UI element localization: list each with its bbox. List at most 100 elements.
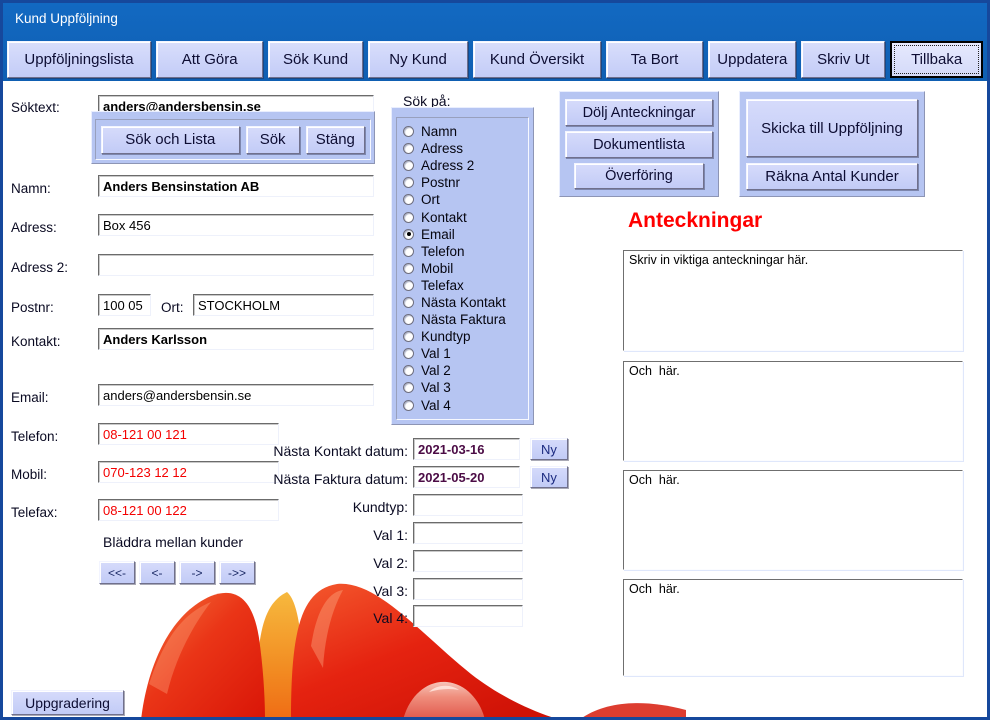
uppgradering-button[interactable]: Uppgradering [11, 690, 124, 715]
toolbar-button-tillbaka[interactable]: Tillbaka [890, 41, 983, 78]
radio-icon [403, 126, 414, 137]
notes-heading: Anteckningar [628, 209, 762, 233]
postnr-input[interactable] [98, 294, 151, 316]
val1-label: Val 1: [303, 527, 408, 543]
radio-icon [403, 143, 414, 154]
namn-input[interactable] [98, 175, 374, 197]
radio-icon [403, 400, 414, 411]
toolbar-button-uppdatera[interactable]: Uppdatera [708, 41, 796, 78]
val4-input[interactable] [413, 605, 523, 627]
radio-icon [403, 331, 414, 342]
radio-option-adress[interactable]: Adress [401, 140, 524, 157]
search-buttons-panel: Sök och Lista Sök Stäng [91, 111, 375, 164]
toolbar-button-att-gora[interactable]: Att Göra [156, 41, 263, 78]
notes-actions-panel: Dölj Anteckningar Dokumentlista Överföri… [559, 91, 719, 197]
radio-option-val2[interactable]: Val 2 [401, 362, 524, 379]
mobil-label: Mobil: [11, 467, 47, 482]
nasta-kontakt-datum-input[interactable] [413, 438, 520, 460]
val2-input[interactable] [413, 550, 523, 572]
rakna-antal-kunder-button[interactable]: Räkna Antal Kunder [746, 163, 918, 190]
val4-label: Val 4: [303, 610, 408, 626]
radio-icon [403, 177, 414, 188]
toolbar-button-kund-oversikt[interactable]: Kund Översikt [473, 41, 601, 78]
radio-option-telefax[interactable]: Telefax [401, 277, 524, 294]
ort-label: Ort: [161, 300, 184, 315]
toolbar-button-ny-kund[interactable]: Ny Kund [368, 41, 468, 78]
radio-icon [403, 297, 414, 308]
radio-option-nasta-kontakt[interactable]: Nästa Kontakt [401, 294, 524, 311]
telefon-label: Telefon: [11, 429, 58, 444]
kundtyp-input[interactable] [413, 494, 523, 516]
val3-input[interactable] [413, 578, 523, 600]
dolj-anteckningar-button[interactable]: Dölj Anteckningar [565, 99, 713, 126]
radio-option-ort[interactable]: Ort [401, 191, 524, 208]
ny-kontakt-datum-button[interactable]: Ny [530, 438, 568, 460]
ort-input[interactable] [193, 294, 374, 316]
stang-button[interactable]: Stäng [306, 126, 365, 154]
adress2-input[interactable] [98, 254, 374, 276]
radio-option-val3[interactable]: Val 3 [401, 379, 524, 396]
app-window: Kund Uppföljning Uppföljningslista Att G… [0, 0, 990, 720]
soktext-label: Söktext: [11, 100, 60, 115]
kundtyp-label: Kundtyp: [303, 499, 408, 515]
last-record-button[interactable]: ->> [219, 561, 255, 584]
nasta-faktura-datum-input[interactable] [413, 466, 520, 488]
sok-och-lista-button[interactable]: Sök och Lista [101, 126, 240, 154]
radio-option-namn[interactable]: Namn [401, 123, 524, 140]
toolbar-button-uppfoljningslista[interactable]: Uppföljningslista [7, 41, 151, 78]
followup-actions-panel: Skicka till Uppföljning Räkna Antal Kund… [739, 91, 925, 197]
val1-input[interactable] [413, 522, 523, 544]
sok-button[interactable]: Sök [246, 126, 300, 154]
next-record-button[interactable]: -> [179, 561, 215, 584]
radio-option-nasta-faktura[interactable]: Nästa Faktura [401, 311, 524, 328]
postnr-label: Postnr: [11, 300, 54, 315]
notes-textarea-2[interactable]: Och här. [623, 361, 963, 461]
radio-icon [403, 382, 414, 393]
radio-option-val4[interactable]: Val 4 [401, 397, 524, 414]
overforing-button[interactable]: Överföring [574, 163, 704, 189]
ny-faktura-datum-button[interactable]: Ny [530, 466, 568, 488]
toolbar: Uppföljningslista Att Göra Sök Kund Ny K… [7, 41, 983, 78]
radio-icon [403, 365, 414, 376]
val2-label: Val 2: [303, 555, 408, 571]
radio-icon [403, 194, 414, 205]
toolbar-button-skriv-ut[interactable]: Skriv Ut [801, 41, 885, 78]
adress-input[interactable] [98, 214, 374, 236]
radio-option-mobil[interactable]: Mobil [401, 260, 524, 277]
previous-record-button[interactable]: <- [139, 561, 175, 584]
radio-icon [403, 280, 414, 291]
skicka-till-uppfoljning-button[interactable]: Skicka till Uppföljning [746, 99, 918, 157]
telefax-input[interactable] [98, 499, 279, 521]
dokumentlista-button[interactable]: Dokumentlista [565, 131, 713, 158]
kontakt-label: Kontakt: [11, 334, 61, 349]
radio-icon [403, 160, 414, 171]
notes-textarea-1[interactable]: Skriv in viktiga anteckningar här. [623, 250, 963, 351]
browse-customers-label: Bläddra mellan kunder [103, 534, 243, 550]
radio-icon [403, 348, 414, 359]
telefon-input[interactable] [98, 423, 279, 445]
radio-icon [403, 212, 414, 223]
adress2-label: Adress 2: [11, 260, 68, 275]
radio-option-postnr[interactable]: Postnr [401, 174, 524, 191]
kontakt-input[interactable] [98, 328, 374, 350]
radio-icon [403, 246, 414, 257]
radio-option-val1[interactable]: Val 1 [401, 345, 524, 362]
radio-icon [403, 314, 414, 325]
namn-label: Namn: [11, 181, 51, 196]
adress-label: Adress: [11, 220, 57, 235]
radio-option-kontakt[interactable]: Kontakt [401, 208, 524, 225]
radio-option-adress2[interactable]: Adress 2 [401, 157, 524, 174]
radio-option-kundtyp[interactable]: Kundtyp [401, 328, 524, 345]
radio-option-email[interactable]: Email [401, 226, 524, 243]
notes-textarea-3[interactable]: Och här. [623, 470, 963, 570]
toolbar-button-sok-kund[interactable]: Sök Kund [268, 41, 363, 78]
nasta-faktura-datum-label: Nästa Faktura datum: [248, 471, 408, 487]
toolbar-button-ta-bort[interactable]: Ta Bort [606, 41, 704, 78]
email-input[interactable] [98, 384, 374, 406]
first-record-button[interactable]: <<- [99, 561, 135, 584]
radio-icon [403, 229, 414, 240]
nasta-kontakt-datum-label: Nästa Kontakt datum: [248, 443, 408, 459]
radio-option-telefon[interactable]: Telefon [401, 243, 524, 260]
notes-textarea-4[interactable]: Och här. [623, 579, 963, 676]
sok-pa-panel: Namn Adress Adress 2 Postnr Ort Kontakt … [391, 107, 534, 425]
